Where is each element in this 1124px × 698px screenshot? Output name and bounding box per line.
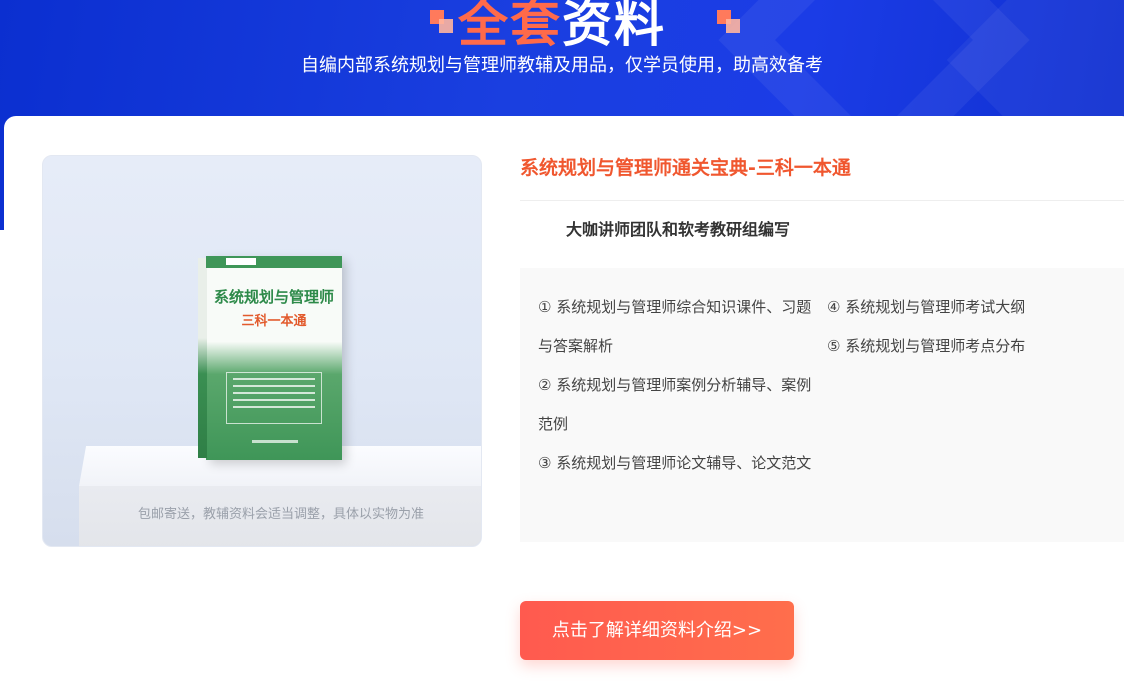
contents-panel: ① 系统规划与管理师综合知识课件、习题与答案解析 ② 系统规划与管理师案例分析辅… <box>520 268 1124 542</box>
book-cover-subtitle: 三科一本通 <box>241 314 307 329</box>
learn-more-button[interactable]: 点击了解详细资料介绍>> <box>520 601 794 660</box>
book-cover-title: 系统规划与管理师 <box>213 288 334 306</box>
book-cover-footer <box>252 440 298 443</box>
product-author: 大咖讲师团队和软考教研组编写 <box>566 220 791 239</box>
list-item: ③ 系统规划与管理师论文辅导、论文范文 <box>538 454 812 472</box>
list-item: ② 系统规划与管理师案例分析辅导、案例范例 <box>538 376 812 433</box>
product-title: 系统规划与管理师通关宝典-三科一本通 <box>520 157 851 179</box>
shipping-note: 包邮寄送，教辅资料会适当调整，具体以实物为准 <box>137 507 424 522</box>
title-accent: 全套 <box>458 0 562 53</box>
book-cover: 系统规划与管理师 三科一本通 <box>198 256 342 460</box>
list-item: ⑤ 系统规划与管理师考点分布 <box>827 337 1026 355</box>
list-item: ① 系统规划与管理师综合知识课件、习题与答案解析 <box>538 298 812 355</box>
product-image: 包邮寄送，教辅资料会适当调整，具体以实物为准 系统规划与管理师 三科一本通 <box>42 155 482 547</box>
list-item: ④ 系统规划与管理师考试大纲 <box>827 298 1026 316</box>
section-title: 全套资料 <box>0 0 1124 56</box>
contents-column-right: ④ 系统规划与管理师考试大纲 ⑤ 系统规划与管理师考点分布 <box>827 288 1117 366</box>
book-cover-list <box>226 372 322 424</box>
contents-column-left: ① 系统规划与管理师综合知识课件、习题与答案解析 ② 系统规划与管理师案例分析辅… <box>538 288 814 483</box>
title-rest: 资料 <box>562 0 666 53</box>
publisher-logo-icon <box>226 258 256 265</box>
section-subtitle: 自编内部系统规划与管理师教辅及用品，仅学员使用，助高效备考 <box>301 55 823 76</box>
divider <box>520 200 1124 201</box>
